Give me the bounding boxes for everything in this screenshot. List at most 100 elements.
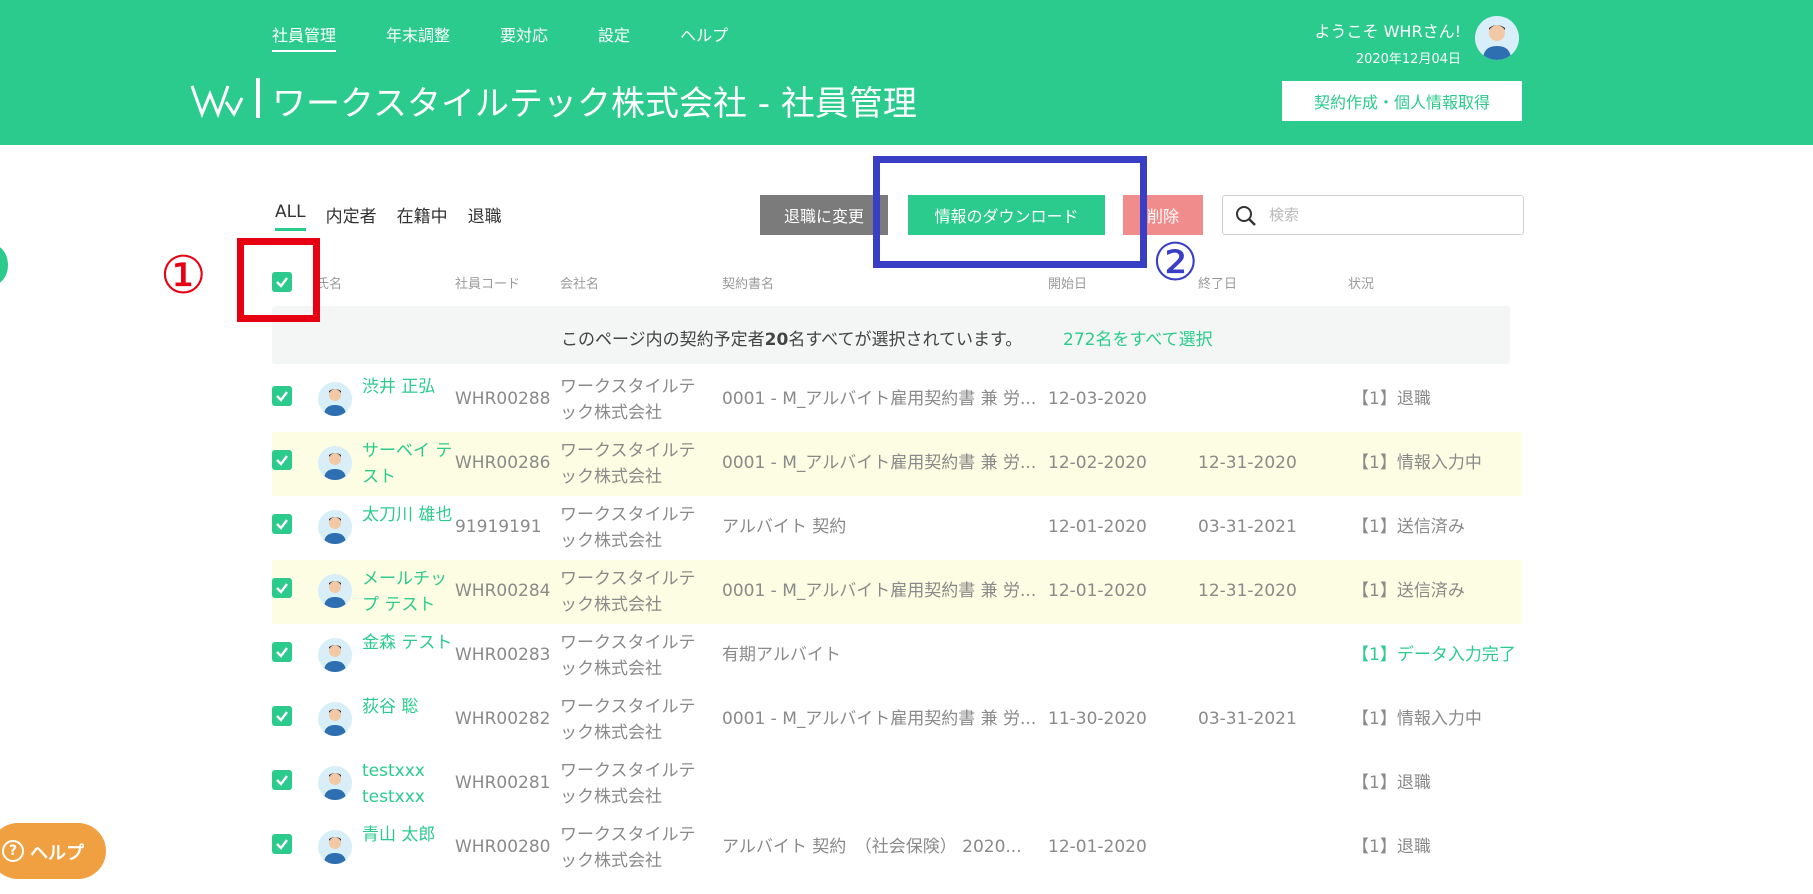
col-end[interactable]: 終了日 [1198,273,1237,292]
employee-code: WHR00288 [455,389,551,409]
avatar-icon [318,510,352,544]
company-name: ワークスタイルテック株式会社 [560,569,696,615]
col-code[interactable]: 社員コード [455,273,520,292]
col-status[interactable]: 状況 [1348,273,1374,292]
start-date: 12-02-2020 [1048,453,1147,473]
avatar-icon [318,830,352,864]
row-checkbox[interactable] [272,834,292,854]
employee-name[interactable]: 金森 テスト [362,630,457,656]
nav-help[interactable]: ヘルプ [680,22,728,52]
table-row[interactable]: 金森 テスト WHR00283 ワークスタイルテック株式会社 有期アルバイト 【1】デー… [272,624,1522,688]
col-contract[interactable]: 契約書名 [722,273,774,292]
welcome-block: ようこそ WHRさん! 2020年12月04日 [1315,18,1461,67]
employee-name[interactable]: 青山 太郎 [362,822,457,848]
avatar-icon [318,446,352,480]
employee-code: WHR00283 [455,645,551,665]
row-checkbox[interactable] [272,578,292,598]
status-badge: 【1】情報入力中 [1352,709,1482,729]
status-badge: 【1】送信済み [1352,581,1465,601]
company-name: ワークスタイルテック株式会社 [560,505,696,551]
contract-name: 0001 - M_アルバイト雇用契約書 兼 労... [722,581,1037,601]
start-date: 12-01-2020 [1048,581,1147,601]
row-checkbox[interactable] [272,770,292,790]
table-row[interactable]: 青山 太郎 WHR00280 ワークスタイルテック株式会社 アルバイト 契約 （社会保… [272,816,1522,880]
employee-table: 渋井 正弘 WHR00288 ワークスタイルテック株式会社 0001 - M_アルバイ… [272,368,1522,880]
top-nav: 社員管理 年末調整 要対応 設定 ヘルプ [272,22,778,52]
nav-action-required[interactable]: 要対応 [500,22,548,52]
selection-message: このページ内の契約予定者20名すべてが選択されています。 [561,330,1023,350]
check-icon [276,391,288,402]
employee-code: WHR00280 [455,837,551,857]
tab-retired[interactable]: 退職 [468,202,502,231]
search-input[interactable] [1269,202,1509,228]
change-to-retired-button[interactable]: 退職に変更 [760,195,888,235]
check-icon [276,583,288,594]
table-row[interactable]: 渋井 正弘 WHR00288 ワークスタイルテック株式会社 0001 - M_アルバイ… [272,368,1522,432]
employee-name[interactable]: メールチップ テスト [362,566,457,618]
company-name: ワークスタイルテック株式会社 [560,825,696,871]
table-row[interactable]: 荻谷 聡 WHR00282 ワークスタイルテック株式会社 0001 - M_アルバイト… [272,688,1522,752]
tab-employed[interactable]: 在籍中 [397,202,448,231]
question-icon: ? [2,840,24,862]
table-row[interactable]: サーベイ テスト WHR00286 ワークスタイルテック株式会社 0001 - M_ア… [272,432,1522,496]
nav-settings[interactable]: 設定 [598,22,630,52]
table-row[interactable]: メールチップ テスト WHR00284 ワークスタイルテック株式会社 0001 - M… [272,560,1522,624]
avatar-icon [318,382,352,416]
col-company[interactable]: 会社名 [560,273,599,292]
company-name: ワークスタイルテック株式会社 [560,377,696,423]
check-icon [276,455,288,466]
company-name: ワークスタイルテック株式会社 [560,761,696,807]
page-title: ワークスタイルテック株式会社 - 社員管理 [272,84,917,124]
row-checkbox[interactable] [272,642,292,662]
employee-name[interactable]: testxxx testxxx [362,758,457,810]
app-header: 社員管理 年末調整 要対応 設定 ヘルプ ようこそ WHRさん! 2020年12… [0,0,1813,145]
contract-name: 0001 - M_アルバイト雇用契約書 兼 労... [722,389,1037,409]
status-badge: 【1】データ入力完了 [1352,645,1516,665]
user-avatar-icon[interactable] [1475,16,1519,60]
table-row[interactable]: 太刀川 雄也 91919191 ワークスタイルテック株式会社 アルバイト 契約 12-0… [272,496,1522,560]
annotation-marker-1: ① [160,246,207,306]
employee-name[interactable]: サーベイ テスト [362,438,457,490]
employee-code: WHR00282 [455,709,551,729]
col-start[interactable]: 開始日 [1048,273,1087,292]
employee-name[interactable]: 荻谷 聡 [362,694,457,720]
employee-code: 91919191 [455,517,542,537]
table-row[interactable]: testxxx testxxx WHR00281 ワークスタイルテック株式会社 【1】… [272,752,1522,816]
avatar-icon [318,702,352,736]
search-box[interactable] [1222,195,1524,235]
filter-tabs: ALL 内定者 在籍中 退職 [275,202,502,231]
employee-name[interactable]: 渋井 正弘 [362,374,457,400]
side-toggle[interactable] [0,245,8,285]
status-badge: 【1】情報入力中 [1352,453,1482,473]
create-contract-button[interactable]: 契約作成・個人情報取得 [1282,81,1522,121]
end-date: 03-31-2021 [1198,517,1297,537]
tab-all[interactable]: ALL [275,202,306,231]
employee-name[interactable]: 太刀川 雄也 [362,502,457,528]
nav-employee-management[interactable]: 社員管理 [272,22,337,52]
status-badge: 【1】退職 [1352,773,1431,793]
select-all-link[interactable]: 272名をすべて選択 [1063,325,1213,350]
help-label: ヘルプ [30,843,84,864]
status-badge: 【1】退職 [1352,837,1431,857]
welcome-greeting: ようこそ WHRさん! [1314,22,1461,41]
selection-banner: このページ内の契約予定者20名すべてが選択されています。 272名をすべて選択 [272,306,1510,364]
tab-prospective[interactable]: 内定者 [326,202,377,231]
help-button[interactable]: ? ヘルプ [0,823,106,879]
row-checkbox[interactable] [272,386,292,406]
end-date: 12-31-2020 [1198,581,1297,601]
row-checkbox[interactable] [272,706,292,726]
row-checkbox[interactable] [272,514,292,534]
check-icon [276,711,288,722]
contract-name: 0001 - M_アルバイト雇用契約書 兼 労... [722,709,1037,729]
employee-code: WHR00286 [455,453,551,473]
end-date: 03-31-2021 [1198,709,1297,729]
check-icon [276,839,288,850]
annotation-marker-2: ② [1152,233,1199,293]
avatar-icon [318,766,352,800]
welcome-date: 2020年12月04日 [1355,52,1461,67]
nav-year-end-adjustment[interactable]: 年末調整 [386,22,450,52]
row-checkbox[interactable] [272,450,292,470]
contract-name: 有期アルバイト [722,645,841,665]
ws-logo-icon [190,85,244,118]
end-date: 12-31-2020 [1198,453,1297,473]
